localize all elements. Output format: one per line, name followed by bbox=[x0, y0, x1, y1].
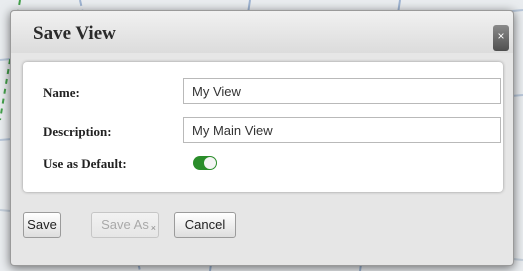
use-as-default-toggle[interactable] bbox=[193, 156, 217, 170]
save-button[interactable]: Save bbox=[23, 212, 61, 238]
dialog-titlebar: Save View × bbox=[11, 11, 513, 53]
default-row: Use as Default: bbox=[23, 152, 503, 182]
toggle-knob bbox=[204, 157, 216, 169]
description-label: Description: bbox=[43, 124, 112, 139]
name-label: Name: bbox=[43, 85, 80, 100]
save-view-dialog: Save View × Name: Description: Use as De… bbox=[10, 10, 514, 266]
dialog-title: Save View bbox=[33, 23, 116, 44]
default-label: Use as Default: bbox=[43, 156, 127, 171]
save-as-label: Save As bbox=[101, 217, 149, 232]
cancel-button[interactable]: Cancel bbox=[174, 212, 236, 238]
close-icon: × bbox=[150, 223, 156, 233]
name-row: Name: bbox=[23, 78, 503, 108]
close-icon[interactable]: × bbox=[493, 25, 509, 51]
name-field[interactable] bbox=[183, 78, 501, 104]
description-field[interactable] bbox=[183, 117, 501, 143]
description-row: Description: bbox=[23, 117, 503, 147]
form-panel: Name: Description: Use as Default: bbox=[23, 62, 503, 192]
save-as-button: Save As × bbox=[91, 212, 159, 238]
